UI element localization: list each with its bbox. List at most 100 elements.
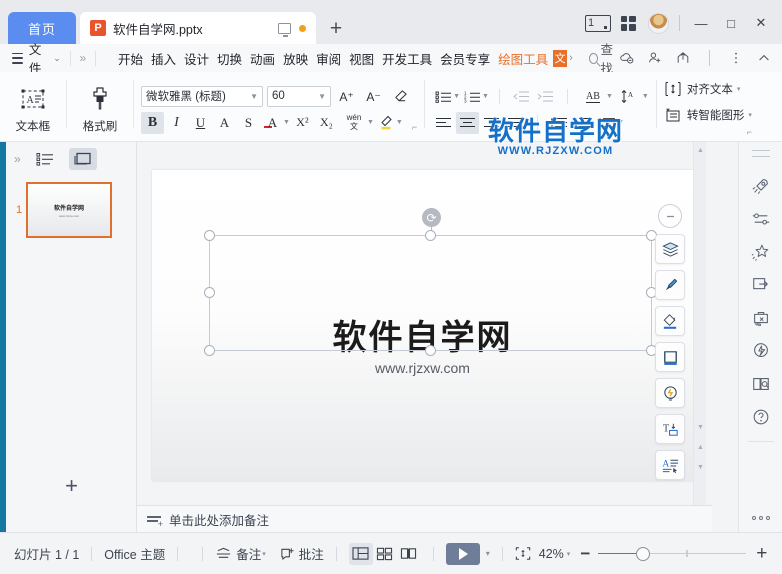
paragraph-dialog-launcher[interactable]: ⌐ <box>747 127 752 137</box>
menu-item-slideshow[interactable]: 放映 <box>279 46 312 71</box>
prev-slide-arrow[interactable]: ▲ <box>697 444 704 451</box>
menu-item-vip[interactable]: 会员专享 <box>436 46 494 71</box>
italic-button[interactable]: I <box>165 112 188 134</box>
book-search-icon[interactable] <box>744 367 778 400</box>
close-button[interactable]: ✕ <box>746 10 776 36</box>
chevron-down-icon[interactable]: ▼ <box>617 119 624 126</box>
share-icon[interactable] <box>675 50 691 66</box>
menu-item-animation[interactable]: 动画 <box>246 46 279 71</box>
zoom-slider[interactable] <box>598 546 747 561</box>
chevron-down-icon[interactable]: ▼ <box>367 119 374 126</box>
new-tab-button[interactable]: + <box>322 14 350 42</box>
rotate-icon[interactable]: ⟳ <box>422 208 441 227</box>
lightning-bulb-icon[interactable] <box>744 334 778 367</box>
menu-overflow-arrow[interactable]: › <box>569 52 573 64</box>
more-icon[interactable] <box>728 50 744 66</box>
selection-handle-tc[interactable] <box>425 230 436 241</box>
layers-icon[interactable] <box>655 234 685 264</box>
selection-handle-bl[interactable] <box>204 345 215 356</box>
zoom-caret[interactable]: ▾ <box>567 550 571 558</box>
rocket-icon[interactable] <box>744 169 778 202</box>
chevron-down-icon[interactable]: ▼ <box>283 119 290 126</box>
scroll-down-arrow[interactable]: ▼ <box>697 424 704 431</box>
smartart-button[interactable]: 转智能图形 ▾ <box>664 107 752 123</box>
shrink-font-button[interactable]: A⁻ <box>362 86 385 108</box>
bold-button[interactable]: B <box>141 111 164 134</box>
menu-item-insert[interactable]: 插入 <box>147 46 180 71</box>
align-justify-button[interactable] <box>504 112 527 134</box>
sliders-icon[interactable] <box>744 202 778 235</box>
notes-pane[interactable]: 单击此处添加备注 <box>137 505 712 532</box>
align-top-button[interactable] <box>548 112 571 134</box>
comment-button[interactable]: 批注 <box>280 544 324 563</box>
underline-button[interactable]: U <box>189 112 212 134</box>
frame-icon[interactable] <box>655 342 685 372</box>
slide-subtitle[interactable]: www.rjzxw.com <box>152 360 693 376</box>
monitor-icon[interactable] <box>278 22 291 37</box>
textbox-button[interactable]: A 文本框▾ <box>7 76 59 134</box>
menu-item-transition[interactable]: 切换 <box>213 46 246 71</box>
toolbox-icon[interactable] <box>744 301 778 334</box>
text-direction-button[interactable]: AB <box>578 86 608 108</box>
normal-view-button[interactable] <box>348 542 373 565</box>
add-slide-button[interactable]: + <box>6 466 137 506</box>
chevron-down-icon[interactable]: ▼ <box>482 93 489 100</box>
menu-item-view[interactable]: 视图 <box>345 46 378 71</box>
pinyin-button[interactable]: wén 文 <box>339 112 369 134</box>
bullets-button[interactable] <box>432 86 455 108</box>
menu-item-start[interactable]: 开始 <box>114 46 147 71</box>
align-text-button[interactable]: 对齐文本 ▾ <box>664 81 752 97</box>
scroll-up-arrow[interactable]: ▲ <box>697 147 704 154</box>
tab-document[interactable]: P 软件自学网.pptx <box>80 12 316 44</box>
menu-overflow-badge[interactable]: 文 <box>553 49 568 67</box>
brush-icon[interactable] <box>655 270 685 300</box>
numbering-button[interactable]: 1 2 3 <box>461 86 484 108</box>
notes-toggle-button[interactable]: 备注 ▾ <box>215 544 266 563</box>
collapse-panel-icon[interactable]: » <box>14 152 21 166</box>
screen-share-icon[interactable] <box>744 268 778 301</box>
theme-name[interactable]: Office 主题 <box>104 544 165 563</box>
outline-view-icon[interactable] <box>31 148 59 170</box>
strikethrough-button[interactable]: A <box>213 112 236 134</box>
slide-surface[interactable]: 软件自学网 www.rjzxw.com ⟳ <box>152 170 693 481</box>
slide-sorter-button[interactable] <box>373 543 397 565</box>
add-user-icon[interactable] <box>647 50 663 66</box>
canvas-vertical-scrollbar[interactable]: ▲ ▼ ▲ ▼ <box>693 142 706 505</box>
decrease-indent-button[interactable] <box>510 86 533 108</box>
maximize-button[interactable]: □ <box>716 10 746 36</box>
clear-format-button[interactable] <box>389 86 412 108</box>
zoom-level[interactable]: 42% <box>539 547 564 561</box>
more-dots-icon[interactable] <box>751 516 770 520</box>
chevron-down-icon[interactable]: ▾ <box>737 85 741 93</box>
shadow-text-button[interactable]: S <box>237 112 260 134</box>
align-right-button[interactable] <box>480 112 503 134</box>
subscript-button[interactable]: X₂ <box>315 112 338 134</box>
slide-canvas-area[interactable]: 软件自学网 www.rjzxw.com ⟳ T A ▲ ▼ ▲ ▼ <box>137 142 712 505</box>
menu-item-developer[interactable]: 开发工具 <box>378 46 436 71</box>
text-effects-icon[interactable]: A <box>655 450 685 480</box>
smart-idea-icon[interactable] <box>655 378 685 408</box>
selection-handle-bc[interactable] <box>425 345 436 356</box>
slides-view-icon[interactable] <box>68 148 97 170</box>
slide-thumbnail-1[interactable]: 软件自学网 www.rjzxw.com <box>26 182 112 238</box>
collapse-tools-icon[interactable] <box>658 204 682 228</box>
selection-handle-tl[interactable] <box>204 230 215 241</box>
chevron-down-icon[interactable]: ▼ <box>453 93 460 100</box>
font-color-button[interactable]: A <box>261 112 284 134</box>
font-size-select[interactable]: 60 ▼ <box>267 85 331 107</box>
zoom-knob[interactable] <box>636 546 651 561</box>
chevron-down-icon[interactable]: ▾ <box>748 111 752 119</box>
text-fit-icon[interactable]: T <box>655 414 685 444</box>
highlight-button[interactable] <box>375 112 398 134</box>
selection-handle-ml[interactable] <box>204 287 215 298</box>
chevron-down-icon[interactable]: ▼ <box>606 93 613 100</box>
align-left-button[interactable] <box>432 112 455 134</box>
grow-font-button[interactable]: A⁺ <box>335 86 358 108</box>
reading-view-button[interactable] <box>397 543 421 565</box>
drag-grip-icon[interactable] <box>751 150 770 157</box>
font-name-select[interactable]: 微软雅黑 (标题) ▼ <box>141 85 263 107</box>
superscript-button[interactable]: X² <box>291 112 314 134</box>
collapse-ribbon-icon[interactable] <box>756 50 772 66</box>
menu-item-review[interactable]: 审阅 <box>312 46 345 71</box>
app-grid-icon[interactable] <box>613 10 643 36</box>
